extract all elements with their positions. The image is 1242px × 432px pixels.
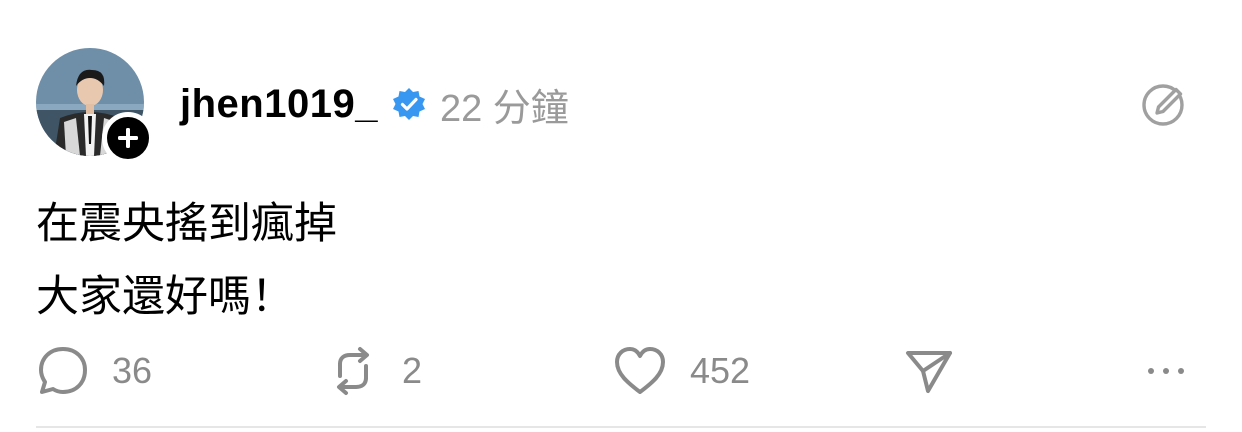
post-text-line: 在震央搖到瘋掉 [36,200,337,248]
reply-count: 36 [112,350,153,391]
send-icon [906,351,952,393]
follow-button[interactable] [102,112,154,164]
speech-bubble-icon [39,347,87,394]
reply-button[interactable]: 36 [36,344,152,398]
divider [36,426,1206,428]
post-text-line: 大家還好嗎！ [36,273,294,321]
like-button[interactable]: 452 [612,344,750,398]
edit-pencil-circle-icon[interactable] [1140,80,1190,130]
share-button[interactable] [904,344,954,398]
repost-count: 2 [402,350,423,391]
username-link[interactable]: jhen1019_ [180,82,378,127]
repost-button[interactable]: 2 [326,344,422,398]
verified-badge-icon [392,87,426,121]
post-header: jhen1019_ 22 分鐘 [180,74,569,134]
post-timestamp: 22 分鐘 [439,87,569,130]
like-count: 452 [690,350,751,391]
repost-arrows-icon [337,347,369,395]
ellipsis-icon[interactable] [1148,356,1184,386]
plus-icon [118,128,138,148]
post-body: 在震央搖到瘋掉 大家還好嗎！ [36,188,337,334]
heart-icon [615,347,665,394]
